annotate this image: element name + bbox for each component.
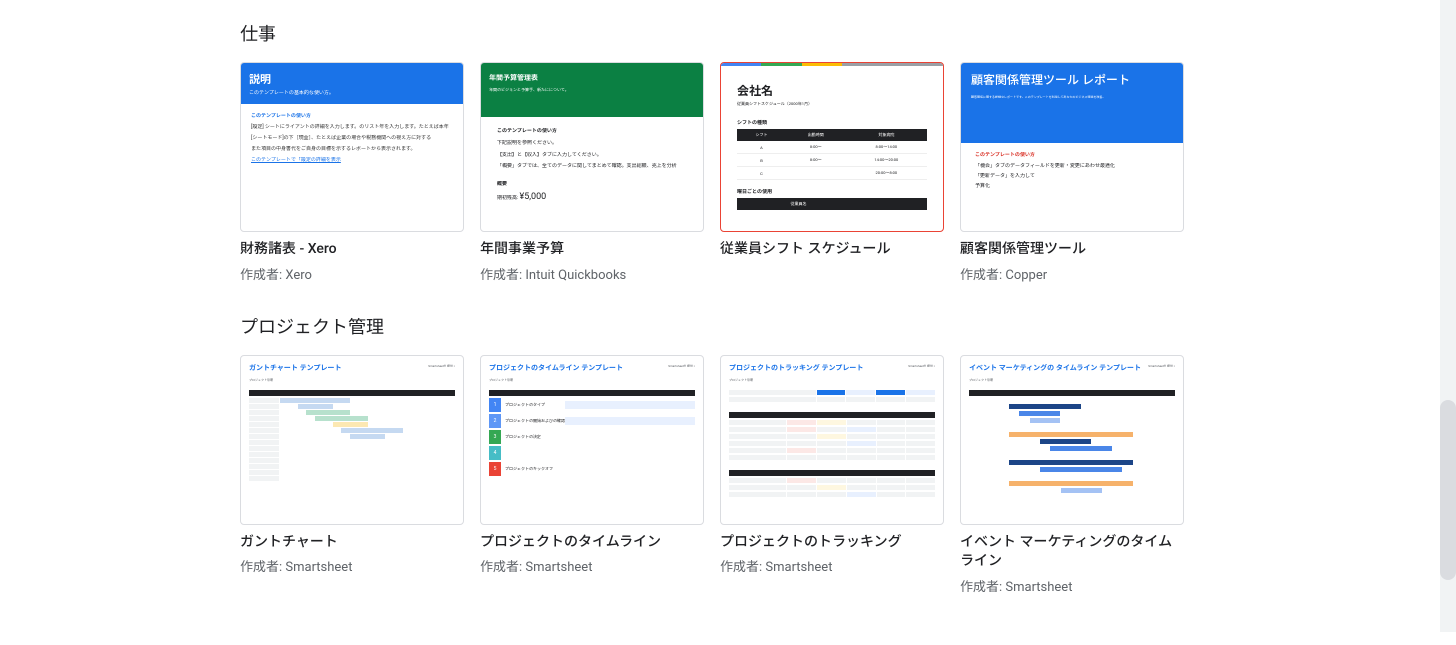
thumbnail-shift: 会社名 従業員シフトスケジュール（2000年1月） シフトの種類 シフト 出勤時… <box>720 62 944 232</box>
thumb-heading: ガントチャート テンプレート <box>249 364 341 372</box>
td: C <box>737 167 786 180</box>
section-work: 仕事 説明 このテンプレートの基本的な使い方。 このテンプレートの使い方 [設定… <box>240 20 1416 283</box>
thumb-sub: 従業員シフトスケジュール（2000年1月） <box>737 101 927 107</box>
template-card-tracking[interactable]: プロジェクトのトラッキング テンプレート Smartsheet® 提供 » プロ… <box>720 355 944 595</box>
templates-row-work: 説明 このテンプレートの基本的な使い方。 このテンプレートの使い方 [設定] シ… <box>240 62 1416 283</box>
template-title: 従業員シフト スケジュール <box>720 240 944 260</box>
section-title-work: 仕事 <box>240 20 1416 46</box>
thumb-meta: Smartsheet® 提供 » <box>1148 364 1175 372</box>
thumb-header-sub: 顧客関係に関する詳細なレポートです。このテンプレートを利用してあなたのビジネス環… <box>971 95 1173 99</box>
thumb-item: 下記説明を参照ください。 <box>497 140 687 148</box>
thumb-shift-table: シフト 出勤時間 対象病院 A 8:00〜 8:00〜14:00 B 8:00〜 <box>737 129 927 180</box>
template-author: 作成者: Smartsheet <box>480 556 704 575</box>
template-author: 作成者: Smartsheet <box>720 556 944 575</box>
thumb-footer-label: 概要 <box>497 181 687 189</box>
thumb-footer-amount: ¥5,000 <box>519 192 546 202</box>
td: 20:00〜8:00 <box>846 167 927 180</box>
template-author: 作成者: Smartsheet <box>960 576 1184 595</box>
thumb-item: また項目の中身書代をご自身の目標を示するレポートから表示されます。 <box>251 145 453 153</box>
template-card-timeline[interactable]: プロジェクトのタイムライン テンプレート Smartsheet® 提供 » プロ… <box>480 355 704 595</box>
thumb-section-label: 曜日ごとの使用 <box>737 188 927 195</box>
td: 14:00〜20:00 <box>846 154 927 167</box>
template-author: 作成者: Intuit Quickbooks <box>480 264 704 283</box>
template-card-shift[interactable]: 会社名 従業員シフトスケジュール（2000年1月） シフトの種類 シフト 出勤時… <box>720 62 944 283</box>
thumb-header-title: 年間予算管理表 <box>489 73 695 83</box>
thumb-footer-sublabel: 期初残高: <box>497 195 518 201</box>
thumb-header-title: 説明 <box>249 71 455 87</box>
thumb-meta: Smartsheet® 提供 » <box>908 364 935 372</box>
thumb-body-heading: このテンプレートの使い方 <box>251 112 453 119</box>
thumb-meta: Smartsheet® 提供 » <box>428 364 455 372</box>
scrollbar-track[interactable] <box>1440 0 1456 632</box>
td: 8:00〜 <box>786 154 846 167</box>
thumbnail-tracking: プロジェクトのトラッキング テンプレート Smartsheet® 提供 » プロ… <box>720 355 944 525</box>
templates-row-project: ガントチャート テンプレート Smartsheet® 提供 » プロジェクト管理 <box>240 355 1416 595</box>
thumb-header-sub: 年間のビジョンと予算手、新たにについて。 <box>489 87 695 93</box>
thumbnail-crm: 顧客関係管理ツール レポート 顧客関係に関する詳細なレポートです。このテンプレー… <box>960 62 1184 232</box>
thumb-item: 「更新データ」を入力して <box>975 172 1169 179</box>
template-title: プロジェクトのタイムライン <box>480 533 704 553</box>
td: 8:00〜14:00 <box>846 141 927 154</box>
thumb-item: 「概要」タブでは、全てのデータに関してまとめて確認。支出総額、売上を分析 <box>497 163 687 171</box>
thumb-meta: Smartsheet® 提供 » <box>668 364 695 372</box>
template-card-xero[interactable]: 説明 このテンプレートの基本的な使い方。 このテンプレートの使い方 [設定] シ… <box>240 62 464 283</box>
th: 従業員名 <box>737 198 860 210</box>
td: B <box>737 154 786 167</box>
template-title: 顧客関係管理ツール <box>960 240 1184 260</box>
thumb-item: 【支出】と【収入】タブに入力してください。 <box>497 152 687 160</box>
thumb-body-heading: このテンプレートの使い方 <box>497 127 687 134</box>
thumb-sub: プロジェクト管理 <box>969 378 1175 382</box>
template-card-crm[interactable]: 顧客関係管理ツール レポート 顧客関係に関する詳細なレポートです。このテンプレー… <box>960 62 1184 283</box>
thumb-sub: プロジェクト管理 <box>249 378 455 382</box>
td: 8:00〜 <box>786 141 846 154</box>
scrollbar-thumb[interactable] <box>1440 400 1456 580</box>
thumb-company: 会社名 <box>737 82 927 99</box>
template-title: プロジェクトのトラッキング <box>720 533 944 553</box>
thumb-section-label: シフトの種類 <box>737 119 927 126</box>
template-title: 年間事業予算 <box>480 240 704 260</box>
thumb-shift-table: 従業員名 <box>737 198 927 210</box>
thumbnail-xero: 説明 このテンプレートの基本的な使い方。 このテンプレートの使い方 [設定] シ… <box>240 62 464 232</box>
thumb-item: [シートモード]の下［現金］、たとえば企業の場合や税務機関への視え方に対する <box>251 134 453 142</box>
thumb-heading: プロジェクトのトラッキング テンプレート <box>729 364 863 372</box>
tl-label: プロジェクトのタイプ <box>505 402 565 408</box>
thumb-sub: プロジェクト管理 <box>489 378 695 382</box>
th: シフト <box>737 129 786 141</box>
thumb-item: 「機会」タブのデータフィールドを更新・変更にあわせ最適化 <box>975 162 1169 169</box>
tl-label: プロジェクトの開始およびの確認 <box>505 418 565 424</box>
tl-label: プロジェクトの決定 <box>505 434 565 440</box>
thumbnail-event: イベント マーケティングの タイムライン テンプレート Smartsheet® … <box>960 355 1184 525</box>
template-title: 財務諸表 - Xero <box>240 240 464 260</box>
template-author: 作成者: Xero <box>240 264 464 283</box>
td <box>786 167 846 180</box>
thumbnail-gantt: ガントチャート テンプレート Smartsheet® 提供 » プロジェクト管理 <box>240 355 464 525</box>
template-title: イベント マーケティングのタイムライン <box>960 533 1184 572</box>
thumbnail-timeline: プロジェクトのタイムライン テンプレート Smartsheet® 提供 » プロ… <box>480 355 704 525</box>
section-project: プロジェクト管理 ガントチャート テンプレート Smartsheet® 提供 »… <box>240 313 1416 595</box>
thumb-item-link: このテンプレートで「設定の詳細を表示 <box>251 156 453 164</box>
template-card-event[interactable]: イベント マーケティングの タイムライン テンプレート Smartsheet® … <box>960 355 1184 595</box>
section-title-project: プロジェクト管理 <box>240 313 1416 339</box>
tl-label: プロジェクトのキックオフ <box>505 466 565 472</box>
template-card-budget[interactable]: 年間予算管理表 年間のビジョンと予算手、新たにについて。 このテンプレートの使い… <box>480 62 704 283</box>
thumb-sub: プロジェクト管理 <box>729 378 935 382</box>
template-card-gantt[interactable]: ガントチャート テンプレート Smartsheet® 提供 » プロジェクト管理 <box>240 355 464 595</box>
thumb-item: [設定] シートにライアントの詳細を入力します。のリスト年を入力します。たとえば… <box>251 123 453 131</box>
template-title: ガントチャート <box>240 533 464 553</box>
td: A <box>737 141 786 154</box>
template-author: 作成者: Copper <box>960 264 1184 283</box>
thumb-heading: イベント マーケティングの タイムライン テンプレート <box>969 364 1141 372</box>
th: 出勤時間 <box>786 129 846 141</box>
template-author: 作成者: Smartsheet <box>240 556 464 575</box>
thumb-heading: プロジェクトのタイムライン テンプレート <box>489 364 623 372</box>
thumb-item: 予算化 <box>975 182 1169 189</box>
thumb-header-title: 顧客関係管理ツール レポート <box>971 73 1173 89</box>
thumbnail-budget: 年間予算管理表 年間のビジョンと予算手、新たにについて。 このテンプレートの使い… <box>480 62 704 232</box>
thumb-header-sub: このテンプレートの基本的な使い方。 <box>249 89 455 96</box>
th: 対象病院 <box>846 129 927 141</box>
thumb-body-heading: このテンプレートの使い方 <box>975 151 1169 158</box>
